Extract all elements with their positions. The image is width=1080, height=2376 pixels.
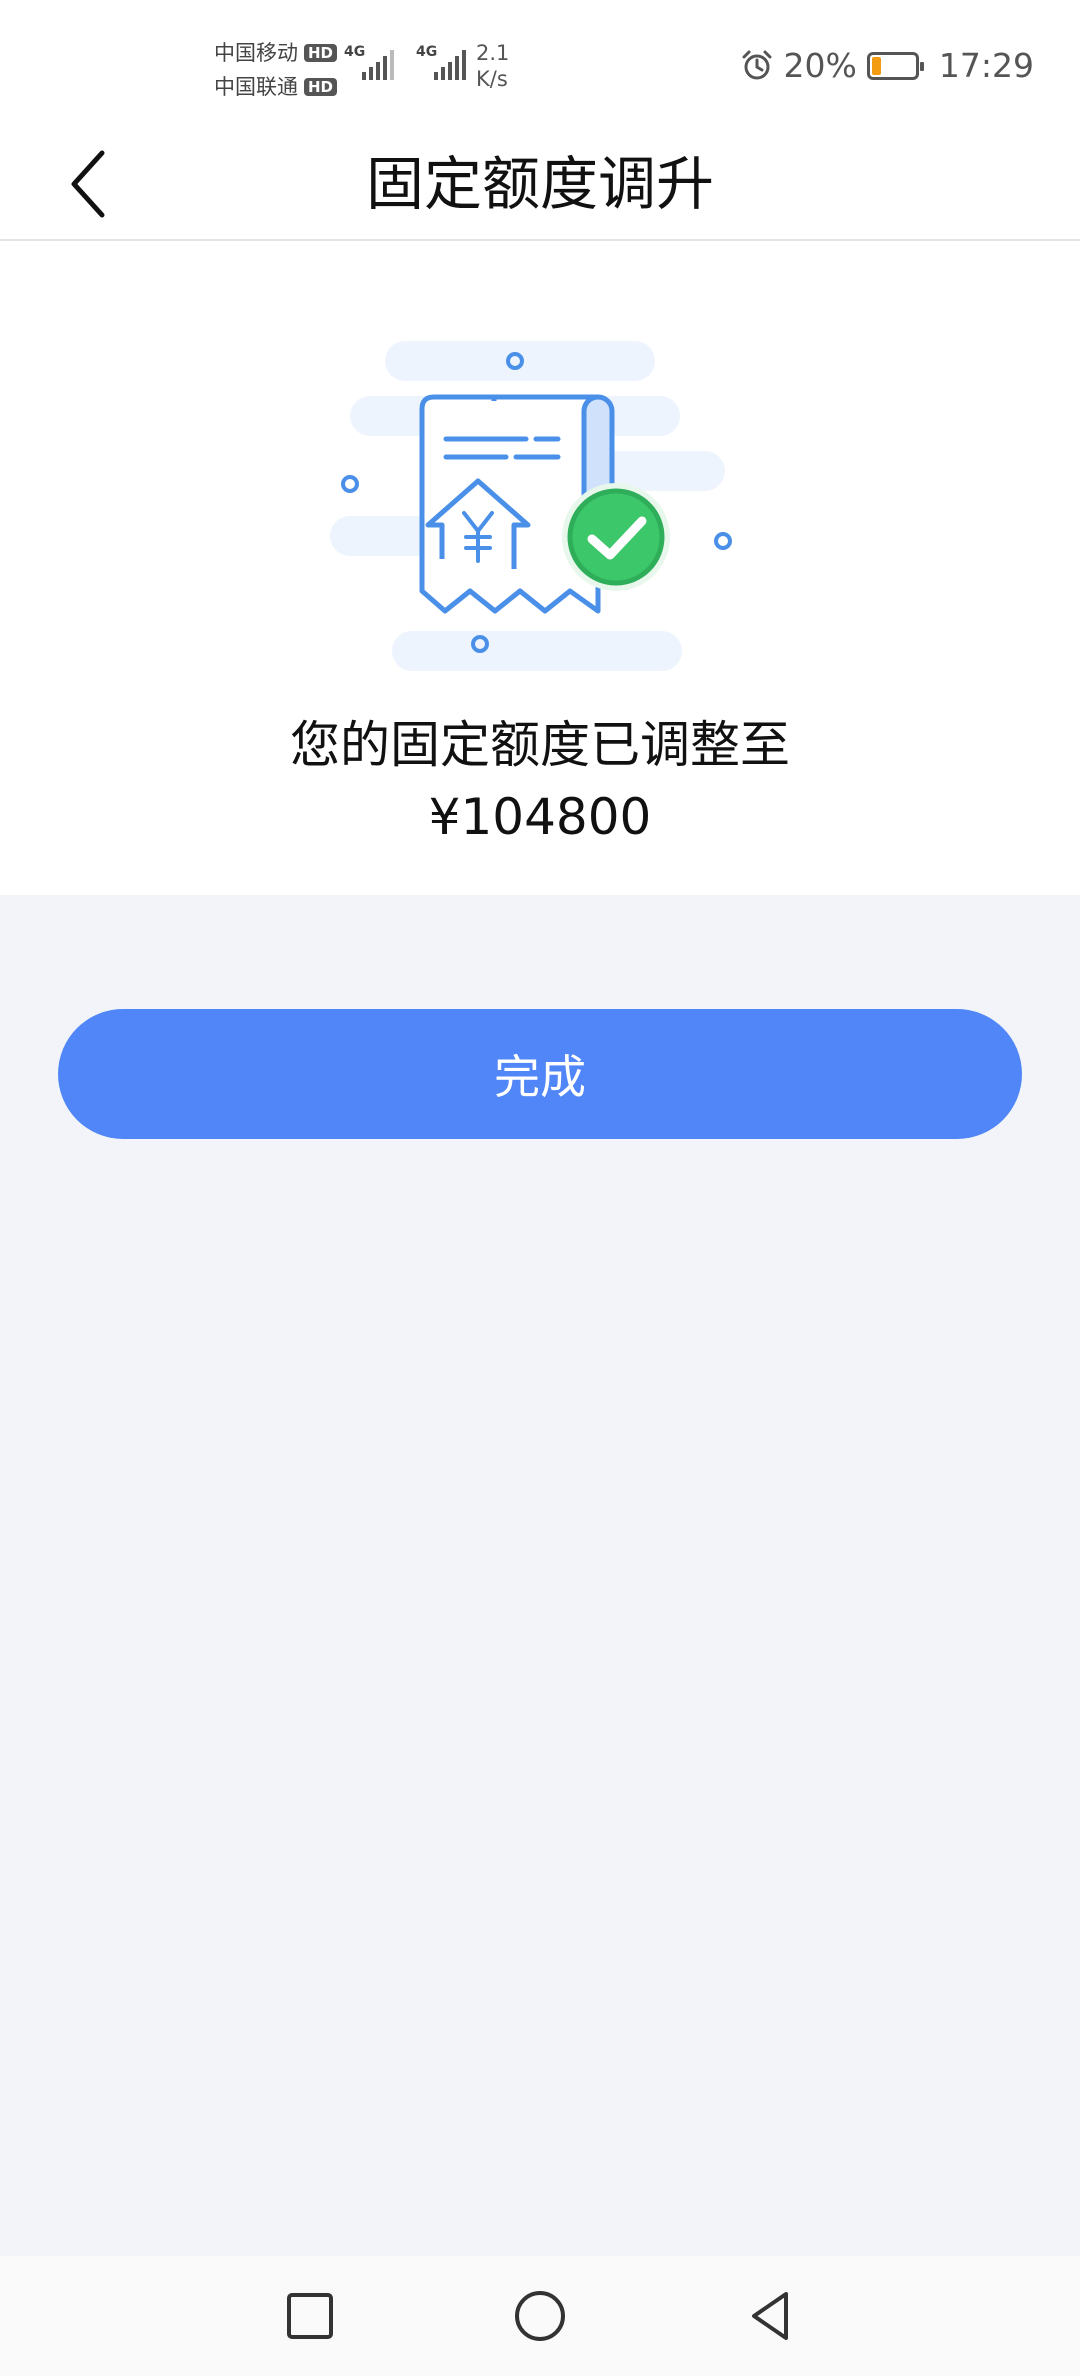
system-back-button[interactable] <box>740 2286 800 2346</box>
battery-icon <box>866 51 924 80</box>
carrier-info: 中国移动 HD 中国联通 HD <box>214 36 338 104</box>
signal-indicators: 4G 4G <box>344 44 468 84</box>
hd-badge: HD <box>304 78 338 96</box>
result-message-label: 您的固定额度已调整至 <box>290 716 790 774</box>
carrier-1-label: 中国移动 <box>214 41 298 65</box>
result-message: 您的固定额度已调整至 ¥104800 <box>0 709 1080 853</box>
status-right: 20% 17:29 <box>740 46 1034 85</box>
chevron-left-icon <box>71 150 105 218</box>
battery-level-fill <box>871 56 882 75</box>
net-speed-unit: K/s <box>476 67 508 91</box>
signal-bars-icon <box>362 50 394 80</box>
home-button[interactable] <box>510 2286 570 2346</box>
signal-1: 4G <box>344 44 396 84</box>
circle-icon <box>515 2291 565 2341</box>
triangle-back-icon <box>752 2292 788 2340</box>
signal-2: 4G <box>416 44 468 84</box>
recents-button[interactable] <box>280 2286 340 2346</box>
header-bar: 固定额度调升 <box>0 130 1080 241</box>
battery-percent: 20% <box>783 46 857 85</box>
clock: 17:29 <box>938 46 1034 85</box>
alarm-icon <box>742 50 772 79</box>
done-button[interactable]: 完成 <box>58 1009 1022 1139</box>
carrier-2-label: 中国联通 <box>214 75 298 99</box>
done-button-label: 完成 <box>494 1050 586 1104</box>
square-icon <box>287 2293 333 2339</box>
page-title: 固定额度调升 <box>365 150 714 218</box>
system-navigation-bar <box>0 2256 1080 2376</box>
net-speed-value: 2.1 <box>476 41 510 65</box>
status-bar: 中国移动 HD 中国联通 HD 4G 4G 2.1 K/s 20% 17:29 <box>0 0 1080 130</box>
hd-badge: HD <box>304 44 338 62</box>
signal-bars-icon <box>434 50 466 80</box>
network-speed: 2.1 K/s <box>476 40 509 92</box>
back-button[interactable] <box>48 142 128 226</box>
receipt-yuan-check-icon <box>330 341 732 671</box>
credit-amount: ¥104800 <box>428 788 652 846</box>
result-card: 您的固定额度已调整至 ¥104800 <box>0 241 1080 895</box>
